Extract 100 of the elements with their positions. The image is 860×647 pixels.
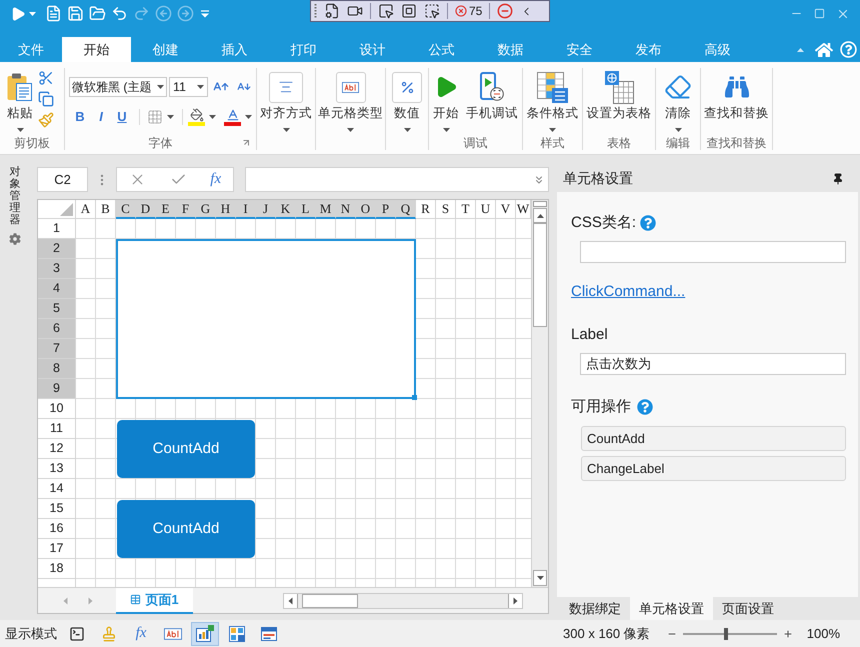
row-header[interactable]: 15: [38, 499, 76, 519]
scroll-up-button[interactable]: [533, 208, 547, 223]
panel-tab[interactable]: 数据绑定: [560, 597, 630, 620]
menu-tab[interactable]: 开始: [62, 37, 131, 62]
pin-icon[interactable]: [832, 172, 844, 184]
help-icon[interactable]: [840, 41, 857, 58]
file-gear-icon[interactable]: [324, 3, 340, 19]
scroll-down-button[interactable]: [533, 570, 547, 586]
column-header[interactable]: H: [216, 200, 236, 219]
scrollbar-thumb[interactable]: [533, 223, 547, 327]
scrollbar-thumb[interactable]: [302, 594, 358, 608]
horizontal-scrollbar[interactable]: [283, 592, 523, 608]
column-header[interactable]: C: [116, 200, 136, 219]
zoom-slider-thumb[interactable]: [724, 628, 728, 640]
play-icon[interactable]: [10, 6, 26, 22]
column-header[interactable]: O: [356, 200, 376, 219]
paste-button[interactable]: 粘贴: [7, 70, 33, 135]
copy-icon[interactable]: [38, 91, 54, 107]
fill-handle[interactable]: [412, 395, 417, 400]
row-header[interactable]: 6: [38, 319, 76, 339]
conditional-format-button[interactable]: 条件格式: [526, 70, 578, 135]
folder-icon[interactable]: [89, 5, 106, 22]
nested-square-icon[interactable]: [401, 3, 417, 19]
row-header[interactable]: 5: [38, 299, 76, 319]
row-header[interactable]: 11: [38, 419, 76, 439]
css-class-input[interactable]: [580, 240, 846, 262]
row-header[interactable]: 1: [38, 219, 76, 239]
italic-button[interactable]: I: [92, 107, 110, 127]
previous-page-icon[interactable]: [64, 597, 68, 604]
column-header[interactable]: B: [96, 200, 116, 219]
home-icon[interactable]: [815, 40, 833, 58]
clear-button[interactable]: 清除: [664, 70, 692, 135]
align-button[interactable]: 对齐方式: [260, 70, 312, 136]
row-header[interactable]: 16: [38, 519, 76, 539]
mobile-debug-button[interactable]: 手机调试: [466, 70, 518, 135]
collapse-caret-icon[interactable]: [797, 48, 804, 52]
find-replace-button[interactable]: 查找和替换: [704, 70, 769, 135]
action-item[interactable]: ChangeLabel: [581, 456, 846, 481]
cell-button[interactable]: CountAdd: [117, 500, 255, 558]
grip-icon[interactable]: [314, 3, 317, 19]
panel-tab[interactable]: 单元格设置: [630, 597, 713, 620]
maximize-icon[interactable]: [814, 8, 825, 19]
row-header[interactable]: 8: [38, 359, 76, 379]
select-all-triangle-icon[interactable]: [60, 203, 73, 216]
start-button[interactable]: 开始: [433, 70, 459, 135]
row-header[interactable]: 7: [38, 339, 76, 359]
help-icon[interactable]: [640, 215, 656, 232]
dotted-border-icon[interactable]: [147, 109, 163, 125]
error-count-button[interactable]: 75: [455, 2, 482, 20]
row-header[interactable]: 9: [38, 379, 76, 399]
fill-color-icon[interactable]: [188, 108, 205, 126]
formula-input[interactable]: [245, 167, 549, 192]
column-header[interactable]: P: [376, 200, 396, 219]
row-header[interactable]: 18: [38, 559, 76, 579]
caret-icon[interactable]: [29, 12, 36, 16]
column-header[interactable]: V: [496, 200, 516, 219]
page-tab[interactable]: 页面1: [116, 588, 193, 614]
display-mode-button[interactable]: fx: [127, 622, 155, 646]
column-header[interactable]: J: [256, 200, 276, 219]
next-page-icon[interactable]: [88, 597, 92, 604]
column-header[interactable]: W: [516, 200, 531, 219]
new-document-icon[interactable]: [45, 5, 62, 22]
font-size-dropdown[interactable]: 11: [169, 77, 208, 97]
font-name-dropdown[interactable]: 微软雅黑 (主题: [69, 77, 167, 97]
column-header[interactable]: A: [76, 200, 96, 219]
pointer-frame-icon[interactable]: [424, 3, 440, 19]
row-header[interactable]: 14: [38, 479, 76, 499]
action-item[interactable]: CountAdd: [581, 426, 846, 451]
pointer-square-icon[interactable]: [378, 3, 394, 19]
name-box[interactable]: C2: [37, 167, 88, 192]
scissors-icon[interactable]: [38, 70, 54, 86]
object-manager-tab[interactable]: 对象管理器: [10, 166, 20, 226]
label-input[interactable]: 点击次数为: [580, 352, 846, 374]
paintbrush-icon[interactable]: [38, 112, 54, 128]
save-icon[interactable]: [67, 5, 84, 22]
font-color-icon[interactable]: [224, 108, 241, 126]
column-header[interactable]: F: [176, 200, 196, 219]
expand-icon[interactable]: [533, 174, 545, 186]
column-header[interactable]: I: [236, 200, 256, 219]
insert-function-button[interactable]: fx: [210, 168, 222, 191]
column-header[interactable]: G: [196, 200, 216, 219]
zoom-slider[interactable]: [682, 628, 777, 640]
column-header[interactable]: R: [416, 200, 436, 219]
split-handle[interactable]: [533, 201, 547, 207]
no-entry-icon[interactable]: [497, 3, 514, 19]
row-header[interactable]: 3: [38, 259, 76, 279]
dialog-launcher-icon[interactable]: [243, 140, 249, 146]
number-format-button[interactable]: 数值: [392, 70, 422, 136]
undo-icon[interactable]: [111, 5, 128, 22]
row-header[interactable]: 10: [38, 399, 76, 419]
zoom-in-icon[interactable]: [782, 628, 793, 638]
column-header[interactable]: E: [156, 200, 176, 219]
column-header[interactable]: Q: [396, 200, 416, 219]
column-header[interactable]: N: [336, 200, 356, 219]
help-icon[interactable]: [637, 398, 653, 415]
settings-icon[interactable]: [9, 233, 21, 246]
column-header[interactable]: T: [456, 200, 476, 219]
column-header[interactable]: L: [296, 200, 316, 219]
panel-tab[interactable]: 页面设置: [713, 597, 783, 620]
row-header[interactable]: 4: [38, 279, 76, 299]
